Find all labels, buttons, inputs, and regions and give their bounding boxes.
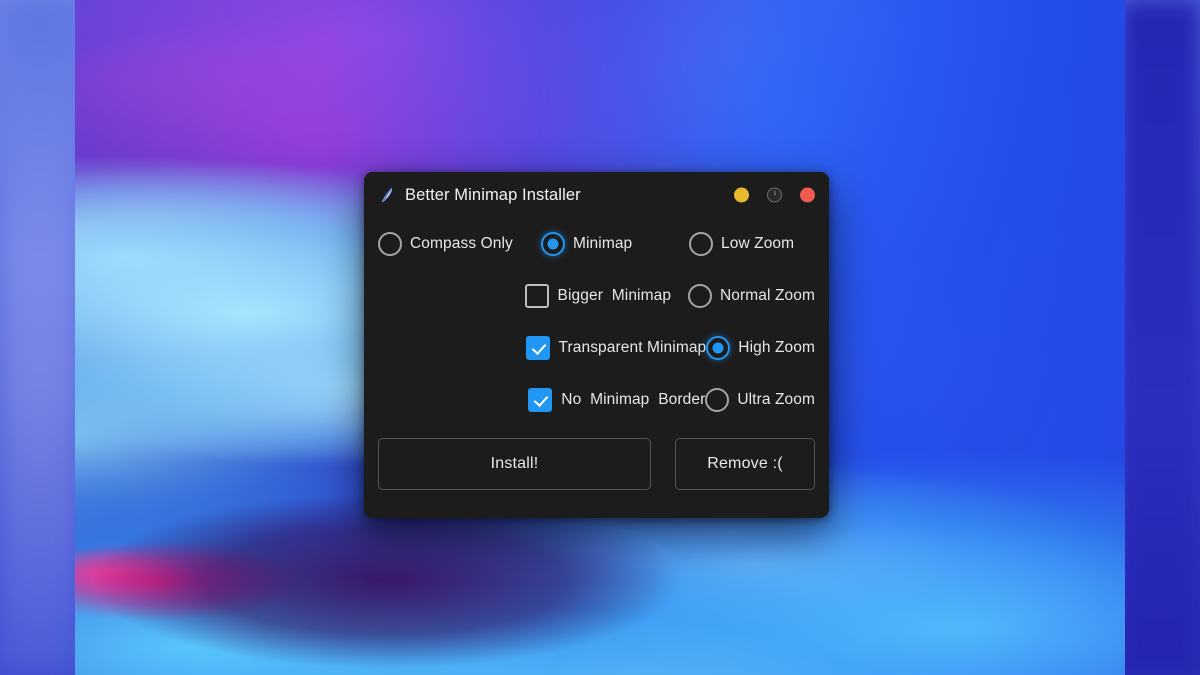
option-transparent-minimap[interactable]: Transparent Minimap [480, 336, 707, 360]
options-row-4: No Minimap Border Ultra Zoom [378, 374, 815, 426]
options-row-3: Transparent Minimap High Zoom [378, 322, 815, 374]
option-low-zoom[interactable]: Low Zoom [689, 232, 815, 256]
close-button[interactable] [800, 187, 815, 203]
option-label: Minimap [573, 235, 633, 252]
option-high-zoom[interactable]: High Zoom [706, 336, 815, 360]
option-label: Low Zoom [721, 235, 795, 252]
radio-normal-zoom-icon[interactable] [688, 284, 713, 308]
remove-button[interactable]: Remove :( [675, 438, 815, 490]
option-label: Ultra Zoom [737, 391, 815, 408]
checkbox-bigger-minimap-icon[interactable] [524, 284, 549, 308]
option-ultra-zoom[interactable]: Ultra Zoom [705, 388, 815, 412]
window-body: Compass Only Minimap Low Zoom Bigger Min… [364, 218, 829, 426]
option-label: Transparent Minimap [558, 339, 707, 356]
radio-compass-only-icon[interactable] [378, 232, 402, 256]
option-label: No Minimap Border [561, 391, 706, 408]
option-minimap[interactable]: Minimap [541, 232, 689, 256]
maximize-button[interactable] [767, 187, 782, 203]
radio-minimap-icon[interactable] [541, 232, 565, 256]
window-footer: Install! Remove :( [364, 426, 829, 490]
option-label: Compass Only [410, 235, 513, 252]
window-controls [734, 187, 815, 203]
screen: Better Minimap Installer Compass Only Mi… [0, 0, 1200, 675]
option-label: Normal Zoom [720, 287, 815, 304]
installer-window: Better Minimap Installer Compass Only Mi… [364, 172, 829, 518]
options-row-1: Compass Only Minimap Low Zoom [378, 218, 815, 270]
option-bigger-minimap[interactable]: Bigger Minimap [479, 284, 688, 308]
option-label: Bigger Minimap [557, 287, 672, 304]
checkbox-no-minimap-border-icon[interactable] [528, 388, 553, 412]
letterbox-left [0, 0, 80, 675]
radio-ultra-zoom-icon[interactable] [705, 388, 730, 412]
install-button[interactable]: Install! [378, 438, 651, 490]
letterbox-right [1120, 0, 1200, 675]
window-title: Better Minimap Installer [405, 185, 581, 204]
options-row-2: Bigger Minimap Normal Zoom [378, 270, 815, 322]
option-compass-only[interactable]: Compass Only [378, 232, 541, 256]
window-titlebar[interactable]: Better Minimap Installer [364, 172, 829, 218]
option-label: High Zoom [738, 339, 815, 356]
feather-icon [381, 187, 393, 203]
option-no-minimap-border[interactable]: No Minimap Border [482, 388, 705, 412]
minimize-button[interactable] [734, 187, 749, 203]
radio-high-zoom-icon[interactable] [706, 336, 731, 360]
radio-low-zoom-icon[interactable] [689, 232, 713, 256]
option-normal-zoom[interactable]: Normal Zoom [688, 284, 815, 308]
checkbox-transparent-minimap-icon[interactable] [525, 336, 550, 360]
